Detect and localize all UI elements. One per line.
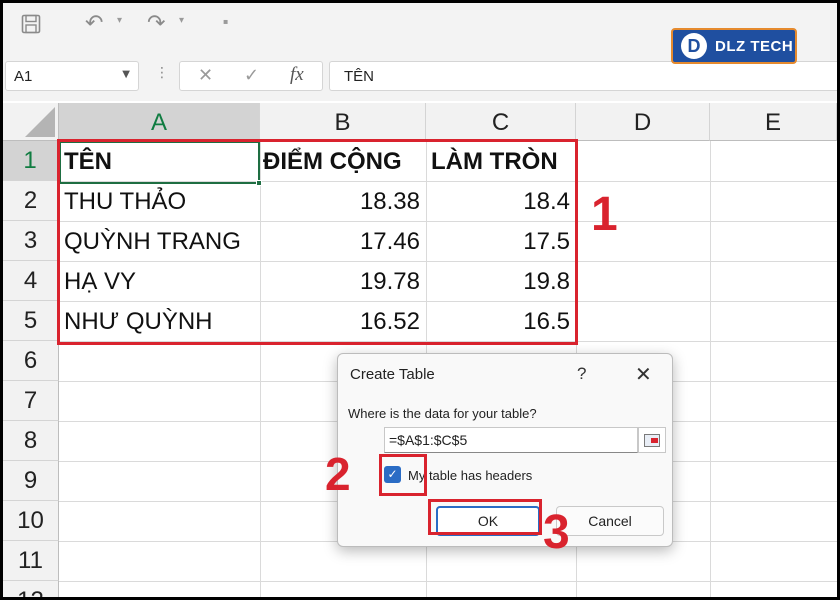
- customize-toolbar-icon[interactable]: ▪: [223, 17, 228, 26]
- range-input[interactable]: =$A$1:$C$5: [384, 427, 638, 453]
- select-all-icon: [25, 107, 55, 137]
- column-header-c[interactable]: C: [426, 103, 576, 141]
- select-all-button[interactable]: [3, 103, 59, 141]
- annotation-number-1: 1: [591, 188, 618, 241]
- undo-icon[interactable]: ↶: [85, 11, 103, 37]
- logo-text: DLZ TECH: [715, 37, 794, 55]
- annotation-number-3: 3: [543, 506, 570, 559]
- grid-line: [59, 581, 837, 582]
- confirm-entry-icon[interactable]: ✓: [244, 65, 259, 86]
- collapse-dialog-button[interactable]: [638, 427, 666, 453]
- row-header-12[interactable]: 12: [3, 581, 59, 597]
- row-header-6[interactable]: 6: [3, 341, 59, 381]
- range-prompt-label: Where is the data for your table?: [348, 406, 537, 421]
- range-input-value: =$A$1:$C$5: [389, 432, 468, 448]
- close-icon[interactable]: ✕: [635, 362, 652, 386]
- redo-dropdown-icon[interactable]: ▾: [179, 15, 184, 26]
- row-header-3[interactable]: 3: [3, 221, 59, 261]
- row-header-9[interactable]: 9: [3, 461, 59, 501]
- row-header-10[interactable]: 10: [3, 501, 59, 541]
- row-header-5[interactable]: 5: [3, 301, 59, 341]
- row-header-11[interactable]: 11: [3, 541, 59, 581]
- grid-line: [710, 141, 711, 597]
- row-header-7[interactable]: 7: [3, 381, 59, 421]
- name-box-value: A1: [14, 68, 33, 85]
- dialog-title: Create Table: [350, 366, 435, 383]
- excel-window: ↶ ▾ ↷ ▾ ▪ D DLZ TECH A1 ▼ ⋮ ✕ ✓ fx TÊN A…: [3, 3, 837, 597]
- logo-mark: D: [681, 33, 707, 59]
- cancel-entry-icon[interactable]: ✕: [198, 65, 213, 86]
- column-header-b[interactable]: B: [260, 103, 426, 141]
- worksheet-grid: A B C D E 1 2 3 4 5 6 7 8 9 10 11 12 TÊN…: [3, 103, 837, 597]
- formula-input[interactable]: TÊN: [329, 61, 837, 91]
- row-header-2[interactable]: 2: [3, 181, 59, 221]
- formula-buttons: ✕ ✓ fx: [179, 61, 323, 91]
- annotation-box-checkbox: [379, 454, 427, 496]
- cancel-button[interactable]: Cancel: [556, 506, 664, 536]
- undo-dropdown-icon[interactable]: ▾: [117, 15, 122, 26]
- range-picker-icon: [644, 434, 660, 447]
- dlz-tech-logo: D DLZ TECH: [671, 28, 797, 64]
- row-header-8[interactable]: 8: [3, 421, 59, 461]
- column-header-a[interactable]: A: [59, 103, 260, 141]
- annotation-box-ok: [428, 499, 542, 535]
- more-options-icon: ⋮: [155, 65, 169, 81]
- formula-value: TÊN: [344, 68, 374, 85]
- row-header-4[interactable]: 4: [3, 261, 59, 301]
- annotation-number-2: 2: [325, 448, 351, 500]
- column-header-d[interactable]: D: [576, 103, 710, 141]
- row-header-1[interactable]: 1: [3, 141, 59, 181]
- name-box[interactable]: A1 ▼: [5, 61, 139, 91]
- insert-function-button[interactable]: fx: [290, 64, 304, 86]
- save-icon[interactable]: [21, 11, 41, 41]
- column-header-e[interactable]: E: [710, 103, 837, 141]
- annotation-box-data-range: [57, 139, 578, 345]
- redo-icon[interactable]: ↷: [147, 11, 165, 37]
- chevron-down-icon[interactable]: ▼: [122, 69, 130, 80]
- help-icon[interactable]: ?: [577, 364, 586, 384]
